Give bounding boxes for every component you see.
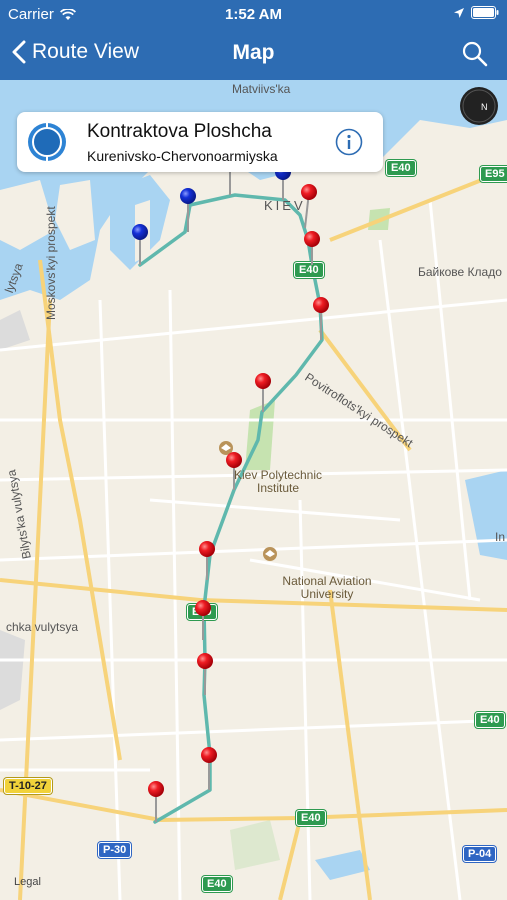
navigation-bar: Route View Map: [0, 28, 507, 80]
poi-aviation: National Aviation University: [262, 546, 392, 601]
label-baikove: Байкове Кладо: [418, 265, 502, 279]
callout-stop-name: Kontraktova Ploshcha: [87, 121, 272, 142]
road-shield: E40: [296, 810, 326, 826]
label-in: In: [495, 530, 506, 544]
info-icon[interactable]: [335, 128, 363, 156]
search-icon[interactable]: [461, 40, 489, 68]
road-shield: E40: [475, 712, 505, 728]
map-view[interactable]: Matviivs'ka KIEV Moskovs'kyi prospekt ly…: [0, 80, 507, 900]
bus-stop-icon: [28, 122, 66, 162]
label-kiev: KIEV: [264, 198, 306, 213]
callout-route-name: Kurenivsko-Chervonoarmiyska: [87, 148, 278, 164]
road-shield: E40: [294, 262, 324, 278]
stop-callout[interactable]: Kontraktova Ploshcha Kurenivsko-Chervono…: [17, 112, 383, 172]
label-vulytsya: chka vulytsya: [6, 620, 79, 634]
poi-polytechnic-label: Kiev Polytechnic Institute: [233, 468, 323, 495]
label-matviivs: Matviivs'ka: [232, 82, 291, 96]
poi-aviation-label: National Aviation University: [282, 574, 372, 601]
road-shield: P-04: [463, 846, 497, 862]
chevron-left-icon: [12, 40, 26, 64]
status-bar: Carrier 1:52 AM: [0, 0, 507, 28]
compass-icon[interactable]: N: [459, 86, 499, 126]
road-shield: P-30: [98, 842, 132, 858]
road-shield: E95: [480, 166, 507, 182]
back-button-label: Route View: [32, 40, 140, 63]
location-arrow-icon: [454, 7, 464, 18]
road-shield: E40: [202, 876, 232, 892]
battery-icon: [471, 6, 499, 19]
status-time: 1:52 AM: [225, 6, 282, 23]
label-moskovskyi: Moskovs'kyi prospekt: [44, 206, 58, 320]
road-shield: T-10-27: [4, 778, 52, 794]
svg-text:N: N: [481, 102, 488, 112]
legal-link[interactable]: Legal: [14, 876, 41, 888]
road-shield: E40: [386, 160, 416, 176]
university-icon: [263, 547, 277, 561]
back-button[interactable]: Route View: [12, 40, 139, 64]
